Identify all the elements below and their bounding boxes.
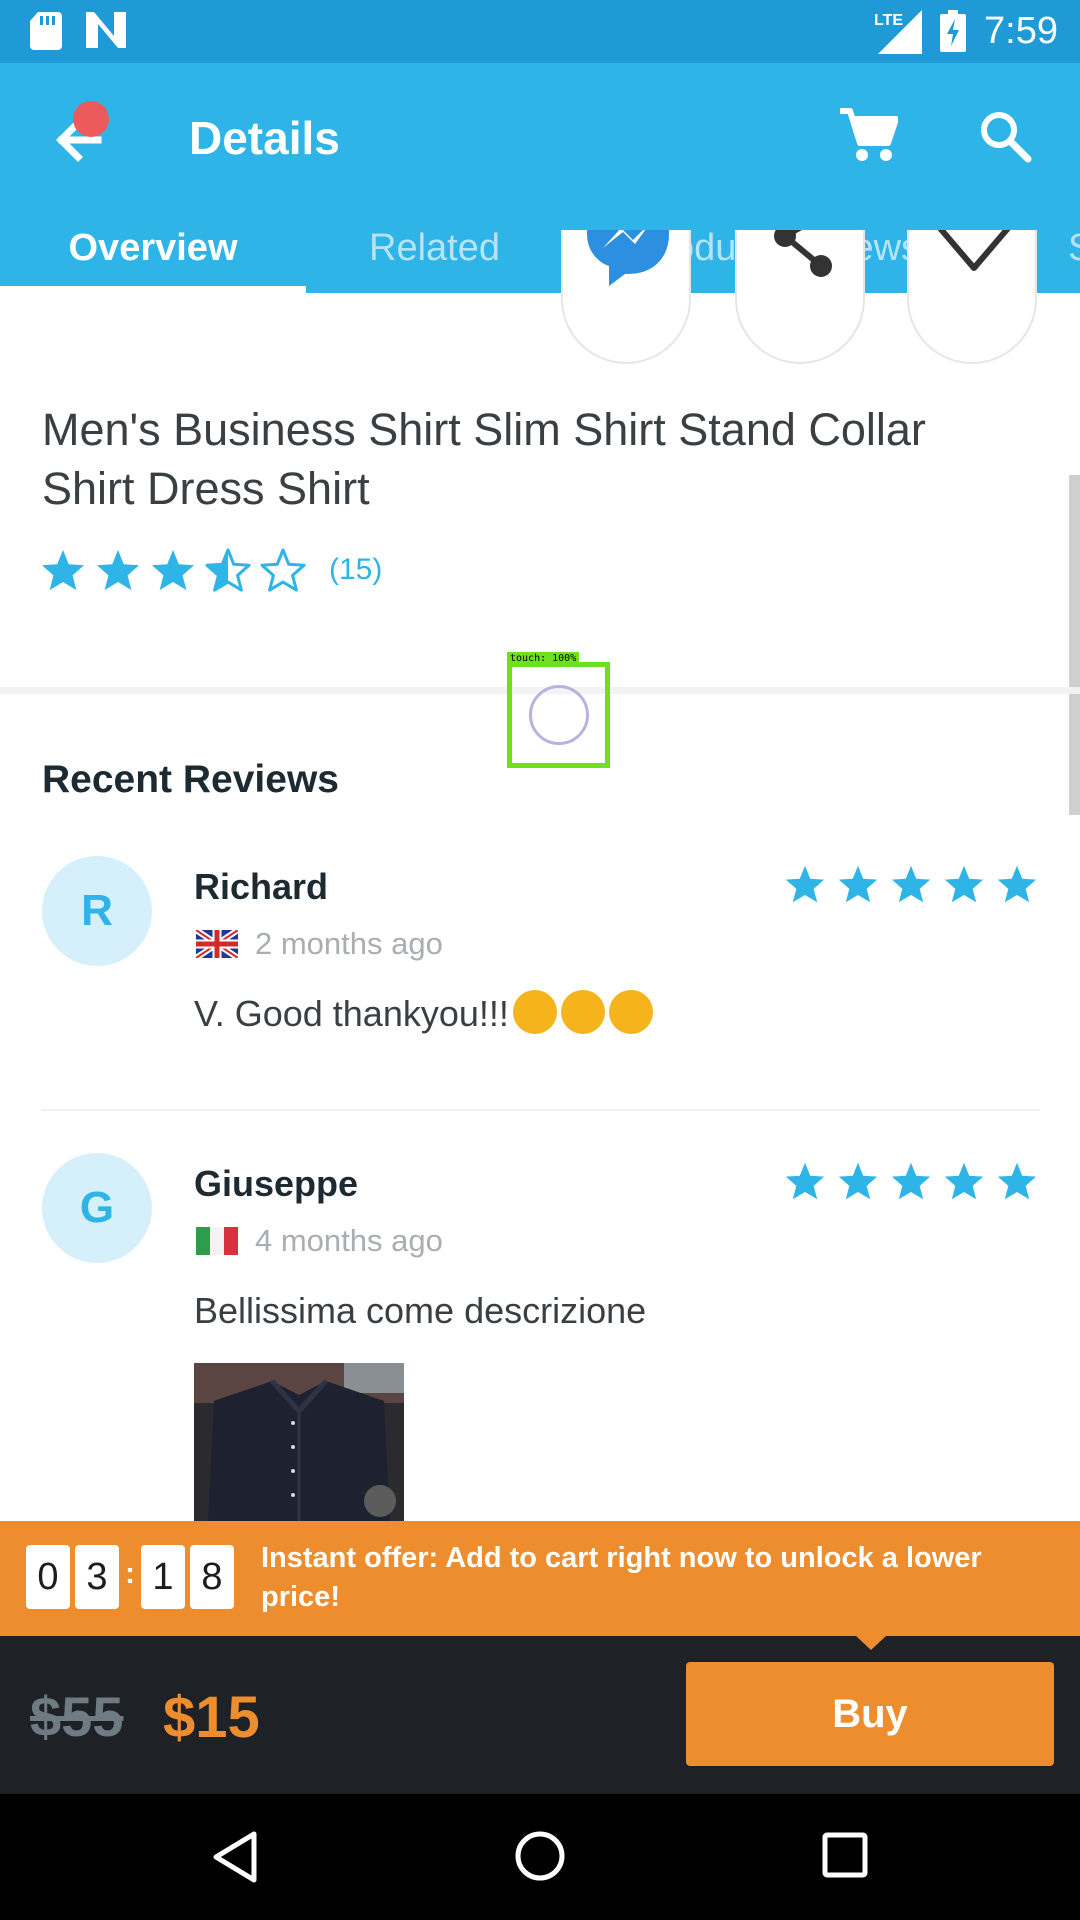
heart-icon — [937, 230, 1011, 271]
star-full-icon — [41, 549, 85, 591]
system-nav-bar — [0, 1794, 1080, 1920]
nav-recents-icon[interactable] — [822, 1832, 868, 1878]
smiling-emoji-icon — [512, 990, 557, 1035]
product-rating[interactable]: (15) — [40, 548, 382, 592]
countdown-digit: 8 — [190, 1545, 234, 1609]
star-full-icon — [838, 865, 878, 903]
shirt-photo-image — [194, 1363, 404, 1521]
touch-indicator-label: touch: 100% — [507, 652, 580, 666]
tab-more[interactable]: S — [1068, 203, 1080, 293]
status-bar: LTE 7:59 — [0, 0, 1080, 63]
countdown-digit: 3 — [75, 1545, 119, 1609]
review-date: 2 months ago — [255, 926, 443, 961]
smiling-emoji-icon — [560, 990, 605, 1035]
nav-home-icon[interactable] — [514, 1830, 566, 1882]
reviewer-name: Giuseppe — [194, 1163, 359, 1204]
tab-related[interactable]: Related — [369, 203, 500, 293]
messenger-share-button[interactable] — [561, 230, 691, 364]
purchase-bar: $55 $15 Buy — [0, 1636, 1080, 1794]
review-divider — [42, 1109, 1040, 1111]
page-title: Details — [189, 112, 340, 164]
review-text: V. Good thankyou!!! — [194, 990, 653, 1038]
star-full-icon — [944, 865, 984, 903]
reviewer-name: Richard — [194, 866, 329, 907]
sale-price: $15 — [163, 1685, 260, 1750]
star-full-icon — [997, 865, 1037, 903]
nav-back-icon[interactable] — [212, 1830, 258, 1884]
search-icon[interactable] — [978, 109, 1032, 163]
review-stars — [784, 864, 1049, 904]
notification-badge — [73, 101, 109, 137]
product-title: Men's Business Shirt Slim Shirt Stand Co… — [42, 404, 926, 514]
scrollbar[interactable] — [1069, 475, 1080, 815]
star-full-icon — [96, 549, 140, 591]
star-half-icon — [205, 548, 251, 592]
avatar: G — [42, 1153, 152, 1263]
sd-card-icon — [30, 12, 62, 50]
star-full-icon — [785, 865, 825, 903]
offer-pointer — [856, 1636, 886, 1650]
rating-count: (15) — [329, 553, 383, 586]
avatar: R — [42, 856, 152, 966]
star-full-icon — [944, 1162, 984, 1200]
smiling-emoji-icon — [608, 990, 653, 1035]
share-button[interactable] — [735, 230, 865, 364]
countdown-digit: 0 — [26, 1545, 70, 1609]
recent-reviews-heading: Recent Reviews — [42, 758, 339, 801]
star-full-icon — [997, 1162, 1037, 1200]
battery-charging-icon — [940, 10, 967, 52]
tab-overview[interactable]: Overview — [0, 203, 306, 293]
star-full-icon — [891, 1162, 931, 1200]
review-stars — [784, 1161, 1049, 1201]
review-text: Bellissima come descrizione — [194, 1290, 647, 1331]
star-full-icon — [891, 865, 931, 903]
italy-flag-icon — [196, 1227, 238, 1255]
messenger-icon — [587, 230, 669, 286]
status-time: 7:59 — [984, 9, 1058, 52]
review-date: 4 months ago — [255, 1223, 443, 1258]
cart-icon[interactable] — [838, 107, 898, 163]
star-full-icon — [785, 1162, 825, 1200]
lte-signal-icon: LTE — [874, 8, 923, 54]
touch-indicator-circle — [529, 685, 589, 745]
countdown-digit: 1 — [141, 1545, 185, 1609]
review-photo[interactable] — [194, 1363, 404, 1521]
original-price: $55 — [30, 1685, 124, 1748]
active-tab-indicator — [0, 286, 306, 293]
instant-offer-banner[interactable]: 0 3 : 1 8 Instant offer: Add to cart rig… — [0, 1521, 1080, 1636]
wishlist-button[interactable] — [907, 230, 1037, 364]
star-full-icon — [151, 549, 195, 591]
star-full-icon — [838, 1162, 878, 1200]
offer-text: Instant offer: Add to cart right now to … — [261, 1542, 982, 1613]
n-notification-icon — [86, 12, 126, 48]
countdown-separator: : — [125, 1557, 135, 1590]
share-icon — [774, 230, 832, 277]
uk-flag-icon — [196, 930, 238, 958]
star-empty-icon — [260, 548, 306, 592]
buy-button[interactable]: Buy — [686, 1662, 1054, 1766]
